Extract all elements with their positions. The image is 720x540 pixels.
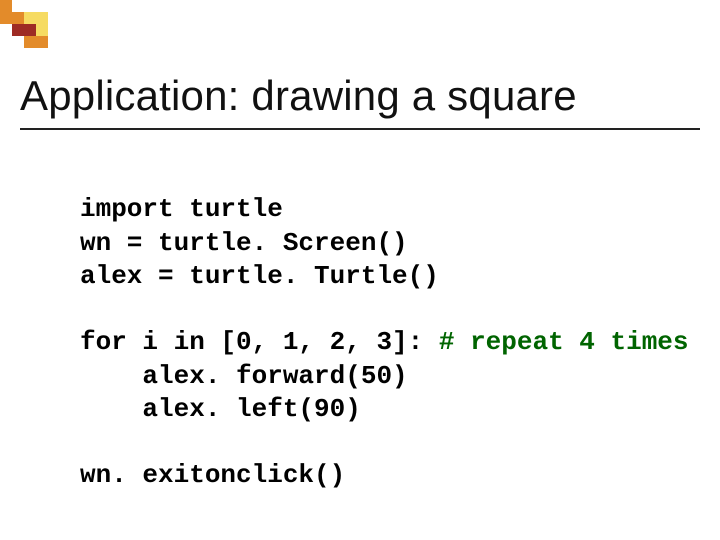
corner-decoration: [0, 0, 60, 60]
title-underline: [20, 128, 700, 130]
code-block: import turtle wn = turtle. Screen() alex…: [80, 160, 689, 526]
slide-title: Application: drawing a square: [20, 72, 577, 120]
code-line: alex. left(90): [80, 394, 361, 424]
code-line: import turtle: [80, 194, 283, 224]
code-line: wn. exitonclick(): [80, 460, 345, 490]
code-line: alex = turtle. Turtle(): [80, 261, 439, 291]
code-comment: # repeat 4 times: [439, 327, 689, 357]
code-line: wn = turtle. Screen(): [80, 228, 408, 258]
code-line: for i in [0, 1, 2, 3]: # repeat 4 times: [80, 327, 689, 357]
code-line: alex. forward(50): [80, 361, 408, 391]
